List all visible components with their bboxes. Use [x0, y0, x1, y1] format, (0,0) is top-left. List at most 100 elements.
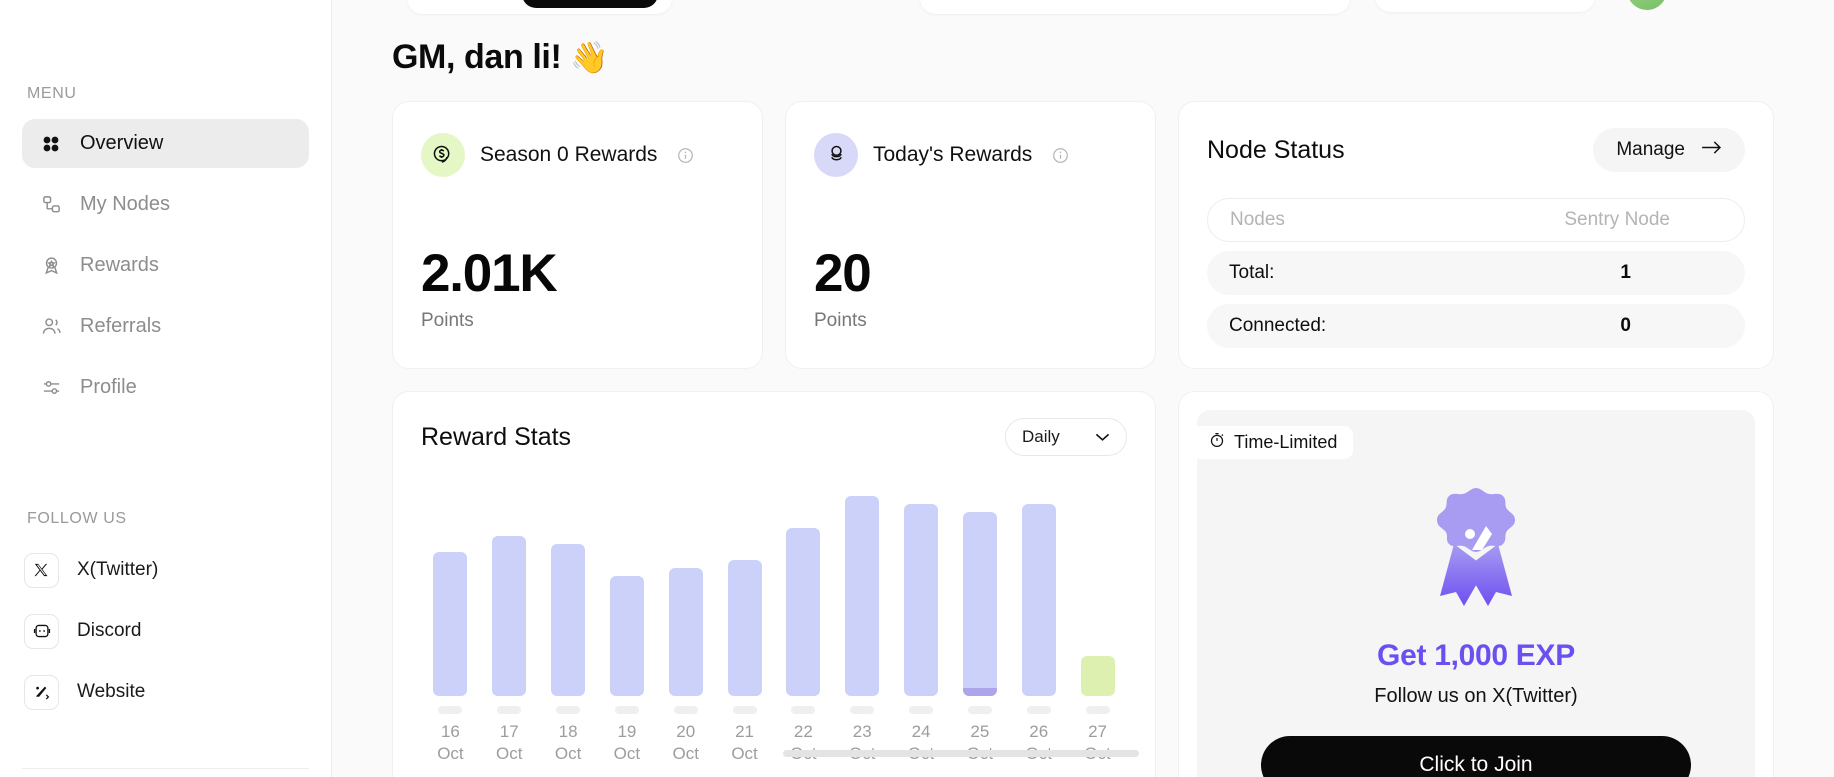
- card-header: Today's Rewards: [814, 133, 1127, 177]
- bar-column[interactable]: [1068, 488, 1127, 696]
- sidebar-follow-label: FOLLOW US: [27, 510, 127, 527]
- sidebar-item-label: Rewards: [80, 254, 159, 276]
- card-unit: Points: [814, 310, 867, 331]
- follow-item-website[interactable]: Website: [22, 670, 309, 714]
- season-rewards-card: Season 0 Rewards 2.01K Points: [392, 101, 763, 369]
- top-bar-overflow: [332, 0, 1834, 16]
- tick-marker: [791, 706, 816, 714]
- card-value: 20: [814, 244, 872, 303]
- bar-column[interactable]: [1009, 488, 1068, 696]
- tick-marker: [438, 706, 463, 714]
- row-value: 1: [1620, 262, 1631, 283]
- x-twitter-icon: [24, 552, 59, 588]
- bar-stack: [1021, 504, 1056, 696]
- timer-icon: [1209, 432, 1225, 453]
- tick-day-label: 19: [617, 722, 637, 741]
- bar-column[interactable]: [539, 488, 598, 696]
- users-icon: [40, 316, 62, 338]
- tick-day-label: 23: [852, 722, 872, 741]
- dashboard-page: MENU Overview My Nodes Rewards Referrals…: [0, 0, 1834, 777]
- follow-item-label: X(Twitter): [77, 559, 159, 580]
- click-to-join-button[interactable]: Click to Join: [1261, 736, 1691, 777]
- sidebar-follow-list: X(Twitter) Discord Website: [22, 548, 309, 714]
- table-row: Total: 1: [1207, 251, 1745, 295]
- bar-column[interactable]: [715, 488, 774, 696]
- bar-stack: [904, 504, 939, 696]
- wave-emoji: 👋: [570, 40, 609, 75]
- tick-marker: [556, 706, 581, 714]
- follow-item-discord[interactable]: Discord: [22, 609, 309, 653]
- bar-column[interactable]: [597, 488, 656, 696]
- sliders-icon: [40, 377, 62, 399]
- bar-column[interactable]: [656, 488, 715, 696]
- sidebar-menu-label: MENU: [27, 85, 77, 102]
- sidebar-item-profile[interactable]: Profile: [22, 363, 309, 412]
- topbar-card-center[interactable]: [920, 0, 1350, 14]
- sidebar-item-rewards[interactable]: Rewards: [22, 241, 309, 290]
- sidebar-item-label: My Nodes: [80, 193, 171, 215]
- bar-stack: [727, 560, 762, 696]
- bar-segment-referrals: [668, 568, 703, 696]
- chevron-down-icon: [1095, 427, 1110, 447]
- card-header: Reward Stats Daily: [421, 418, 1127, 456]
- bar-column[interactable]: [833, 488, 892, 696]
- x-axis-tick: 18 Oct: [539, 706, 598, 764]
- tick-marker: [614, 706, 639, 714]
- follow-item-label: Website: [77, 681, 146, 702]
- bar-stack: [492, 536, 527, 696]
- sidebar-item-overview[interactable]: Overview: [22, 119, 309, 168]
- topbar-card-right[interactable]: [1375, 0, 1595, 12]
- manage-button[interactable]: Manage: [1593, 128, 1745, 172]
- bar-segment-referrals: [492, 536, 527, 696]
- sidebar-item-label: Profile: [80, 376, 137, 398]
- info-icon[interactable]: [677, 147, 694, 164]
- bar-segment-referrals: [433, 552, 468, 696]
- node-status-table: Nodes Sentry Node Total: 1 Connected: 0: [1207, 198, 1745, 348]
- bar-column[interactable]: [421, 488, 480, 696]
- tick-marker: [1085, 706, 1110, 714]
- status-badge: Time-Limited: [1197, 426, 1354, 459]
- sidebar-item-my-nodes[interactable]: My Nodes: [22, 180, 309, 229]
- card-title: Reward Stats: [421, 422, 572, 451]
- arrow-right-icon: [1701, 139, 1722, 161]
- tick-month-label: Oct: [437, 744, 464, 763]
- charts-row: Reward Stats Daily 16 Oct 17 Oct 18 Oct 19 Oct 2…: [392, 391, 1774, 777]
- table-row: Connected: 0: [1207, 304, 1745, 348]
- bar-column[interactable]: [774, 488, 833, 696]
- discord-icon: [24, 613, 59, 649]
- sidebar-divider: [22, 768, 309, 769]
- x-axis-tick: 19 Oct: [597, 706, 656, 764]
- promo-subtext: Follow us on X(Twitter): [1374, 685, 1578, 707]
- bar-segment-referrals: [962, 512, 997, 688]
- column-header-sentry-node: Sentry Node: [1564, 209, 1670, 230]
- bar-column[interactable]: [480, 488, 539, 696]
- tick-day-label: 22: [793, 722, 813, 741]
- follow-item-x-twitter[interactable]: X(Twitter): [22, 548, 309, 592]
- bar-column[interactable]: [950, 488, 1009, 696]
- bar-stack: [668, 568, 703, 696]
- sidebar-item-label: Overview: [80, 132, 164, 154]
- bar-segment-referrals: [845, 496, 880, 696]
- bar-column[interactable]: [892, 488, 951, 696]
- card-title: Season 0 Rewards: [480, 143, 658, 166]
- tick-day-label: 25: [970, 722, 990, 741]
- card-header: Season 0 Rewards: [421, 133, 734, 177]
- topbar-primary-button[interactable]: [522, 0, 658, 8]
- info-icon[interactable]: [1052, 147, 1069, 164]
- row-key: Connected:: [1229, 315, 1327, 336]
- tick-month-label: Oct: [496, 744, 523, 763]
- nodes-icon: [40, 194, 62, 216]
- period-select[interactable]: Daily: [1005, 418, 1127, 456]
- coin-dollar-icon: [421, 133, 465, 177]
- chart-horizontal-scrollbar[interactable]: [783, 750, 1139, 757]
- period-select-value: Daily: [1022, 427, 1060, 446]
- bar-segment-referrals: [609, 576, 644, 696]
- node-status-card: Node Status Manage Nodes Sentry Node Tot…: [1178, 101, 1774, 369]
- topbar-card-left[interactable]: [407, 0, 672, 14]
- topbar-user-avatar[interactable]: [1627, 0, 1667, 10]
- tick-day-label: 26: [1029, 722, 1049, 741]
- tick-marker: [673, 706, 698, 714]
- stats-row: Season 0 Rewards 2.01K Points Today's Re…: [392, 101, 1774, 369]
- tick-marker: [850, 706, 875, 714]
- sidebar-item-referrals[interactable]: Referrals: [22, 302, 309, 351]
